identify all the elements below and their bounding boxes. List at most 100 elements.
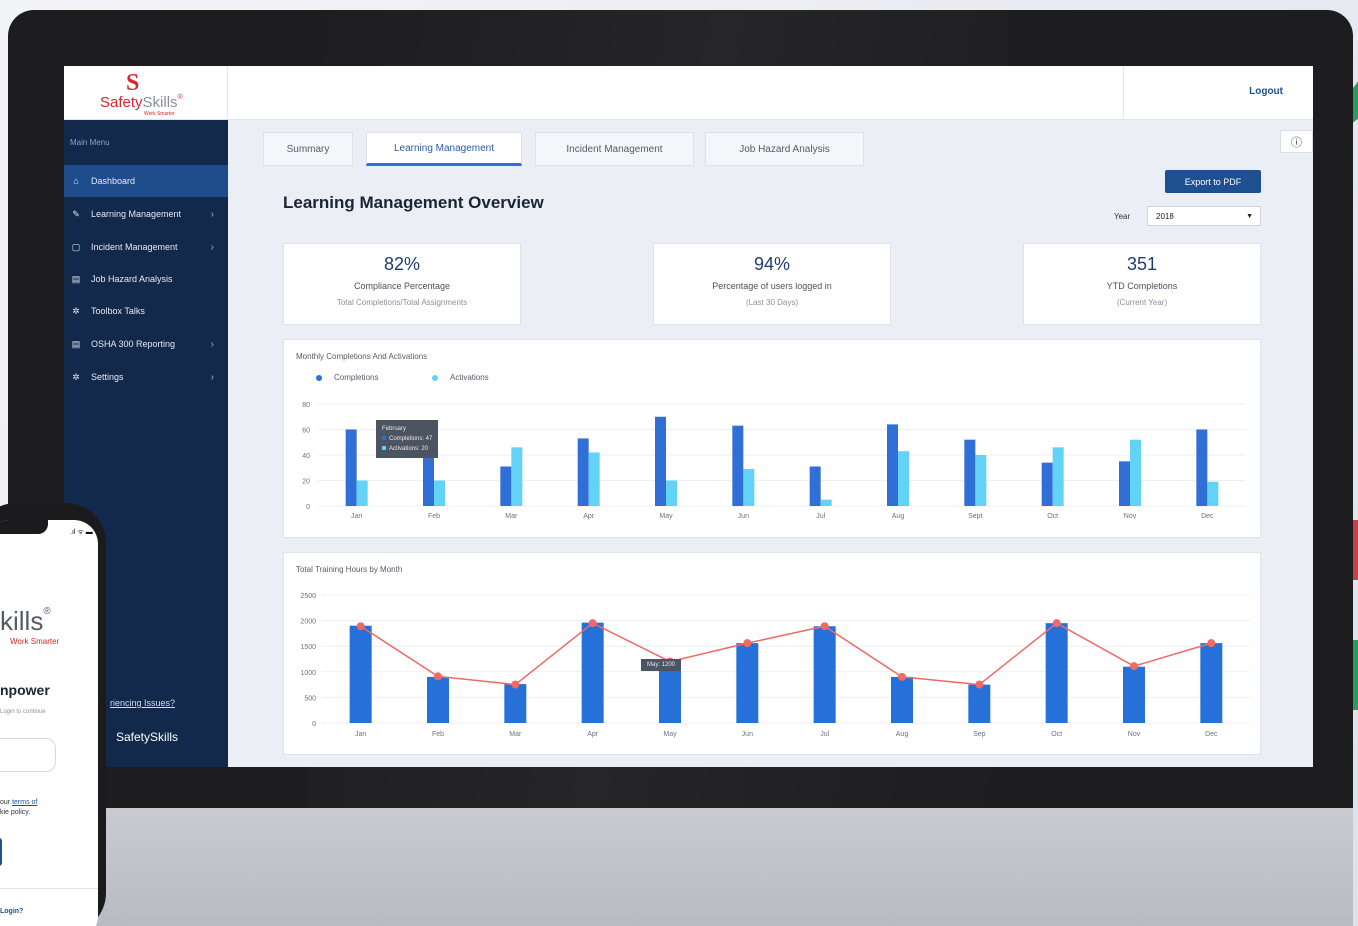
trend-point — [511, 680, 520, 689]
training-hours-chart: Total Training Hours by Month 0 500 1000 15… — [283, 552, 1261, 755]
phone-login-button[interactable] — [0, 838, 2, 866]
bar-training-hours — [891, 676, 913, 723]
terms-link[interactable]: terms of — [12, 799, 37, 806]
x-tick-label: Apr — [583, 513, 595, 520]
bar-training-hours — [813, 626, 836, 723]
year-select[interactable]: 2018 ▼ — [1147, 206, 1261, 226]
bar-activations — [434, 480, 445, 506]
bar-activations — [743, 469, 755, 506]
kpi-sublabel: Total Completions/Total Assignments — [336, 298, 468, 307]
sidebar-item-osha-300-reporting[interactable]: ▤ OSHA 300 Reporting › — [64, 328, 228, 360]
tooltip-line: May: 1200 — [647, 662, 676, 668]
bar-activations — [1130, 439, 1141, 506]
x-tick-label: Feb — [432, 731, 444, 738]
logo[interactable]: S SafetySkills® Work Smarter — [64, 66, 228, 120]
chevron-right-icon: › — [210, 371, 214, 383]
bar-activations — [1207, 481, 1219, 506]
sidebar-item-job-hazard-analysis[interactable]: ▤ Job Hazard Analysis — [64, 263, 228, 295]
bar-training-hours — [736, 643, 759, 723]
sidebar-item-learning-management[interactable]: ✎ Learning Management › — [64, 198, 228, 230]
trend-point — [434, 672, 442, 681]
x-tick-label: Sept — [968, 513, 982, 520]
chevron-right-icon: › — [210, 208, 214, 220]
x-tick-label: Jul — [816, 513, 825, 520]
bar-activations — [588, 452, 600, 506]
sidebar-item-label: Learning Management — [91, 209, 182, 219]
x-tick-label: Jan — [351, 513, 362, 520]
sidebar-item-label: Job Hazard Analysis — [91, 274, 173, 284]
bar-completions — [577, 438, 589, 506]
sidebar-item-incident-management[interactable]: ▢ Incident Management › — [64, 231, 228, 263]
tab-summary[interactable]: Summary — [263, 132, 353, 166]
export-pdf-button[interactable]: Export to PDF — [1165, 170, 1261, 193]
x-tick-label: May — [659, 513, 673, 520]
x-tick-label: May — [663, 731, 677, 738]
y-tick-label: 0 — [312, 721, 316, 728]
x-tick-label: Jan — [355, 731, 366, 738]
trend-point — [975, 680, 984, 689]
phone-login-link[interactable]: Login? — [0, 908, 23, 915]
x-tick-label: Sep — [973, 731, 986, 738]
bar-completions — [1196, 429, 1208, 506]
y-tick-label: 1000 — [300, 670, 316, 677]
sidebar-item-dashboard[interactable]: ⌂ Dashboard — [64, 165, 228, 197]
y-tick-label: 20 — [302, 479, 310, 486]
sidebar-item-label: Incident Management — [91, 242, 178, 252]
x-tick-label: Mar — [505, 513, 518, 520]
phone-logo: kills® — [0, 606, 51, 636]
bar-completions — [1041, 462, 1053, 506]
bar-activations — [1052, 447, 1064, 506]
home-icon: ⌂ — [73, 176, 79, 186]
bar-training-hours — [1123, 666, 1145, 723]
logout-link[interactable]: Logout — [1249, 86, 1283, 97]
gear-icon: ✲ — [72, 305, 80, 316]
y-tick-label: 60 — [302, 428, 310, 435]
tooltip-swatch — [382, 446, 386, 450]
bar-completions — [732, 425, 744, 506]
chevron-right-icon: › — [210, 241, 214, 253]
kpi-card-ytd-completions: 351 YTD Completions (Current Year) — [1023, 243, 1261, 325]
phone-input-field[interactable] — [0, 738, 56, 772]
chart-tooltip: February Completions: 47 Activations: 20 — [376, 420, 439, 458]
tooltip-title: February — [382, 426, 407, 432]
y-tick-label: 80 — [302, 402, 310, 409]
bar-completions — [345, 429, 357, 506]
laptop-base — [8, 808, 1353, 926]
kpi-label: Compliance Percentage — [353, 281, 451, 291]
bar-completions — [500, 466, 512, 506]
logo-mark: S — [126, 70, 140, 96]
divider — [1123, 66, 1124, 120]
bar-completions — [655, 416, 666, 506]
document-icon: ▤ — [71, 338, 81, 349]
tab-job-hazard-analysis[interactable]: Job Hazard Analysis — [705, 132, 864, 166]
x-tick-label: Oct — [1047, 513, 1058, 520]
bar-completions — [887, 424, 898, 506]
issues-link[interactable]: riencing Issues? — [110, 698, 175, 708]
x-tick-label: Nov — [1124, 513, 1137, 520]
chevron-right-icon: › — [210, 338, 214, 350]
sidebar-item-toolbox-talks[interactable]: ✲ Toolbox Talks — [64, 295, 228, 327]
bar-completions — [809, 466, 821, 506]
sidebar-item-settings[interactable]: ✲ Settings › — [64, 361, 228, 393]
phone-logo-tagline: Work Smarter — [10, 637, 60, 646]
bar-completions — [964, 439, 976, 506]
x-tick-label: Apr — [587, 731, 599, 738]
kpi-sublabel: (Last 30 Days) — [745, 298, 799, 307]
chart-plot: 0 500 1000 1500 2000 2500 Jan Feb Mar Apr May Jun Ju… — [300, 593, 1250, 738]
app-screen: S SafetySkills® Work Smarter Logout Main… — [64, 66, 1313, 767]
tab-incident-management[interactable]: Incident Management — [535, 132, 694, 166]
x-tick-label: Jul — [820, 731, 829, 738]
info-icon[interactable]: ⓘ — [1280, 130, 1313, 153]
phone-screen: .ıl ᯤ ▬ kills® Work Smarter npower Login… — [0, 520, 98, 926]
tooltip-swatch — [382, 436, 386, 440]
tab-learning-management[interactable]: Learning Management — [366, 132, 522, 166]
bar-training-hours — [427, 676, 449, 723]
trend-point — [820, 622, 829, 631]
x-tick-label: Jun — [738, 513, 749, 520]
settings-icon: ✲ — [72, 371, 80, 382]
sidebar-item-label: OSHA 300 Reporting — [91, 339, 176, 349]
trend-point — [1052, 619, 1061, 628]
trend-point — [588, 619, 597, 628]
square-icon: ▢ — [71, 241, 81, 252]
kpi-card-logged-in: 94% Percentage of users logged in (Last … — [653, 243, 891, 325]
